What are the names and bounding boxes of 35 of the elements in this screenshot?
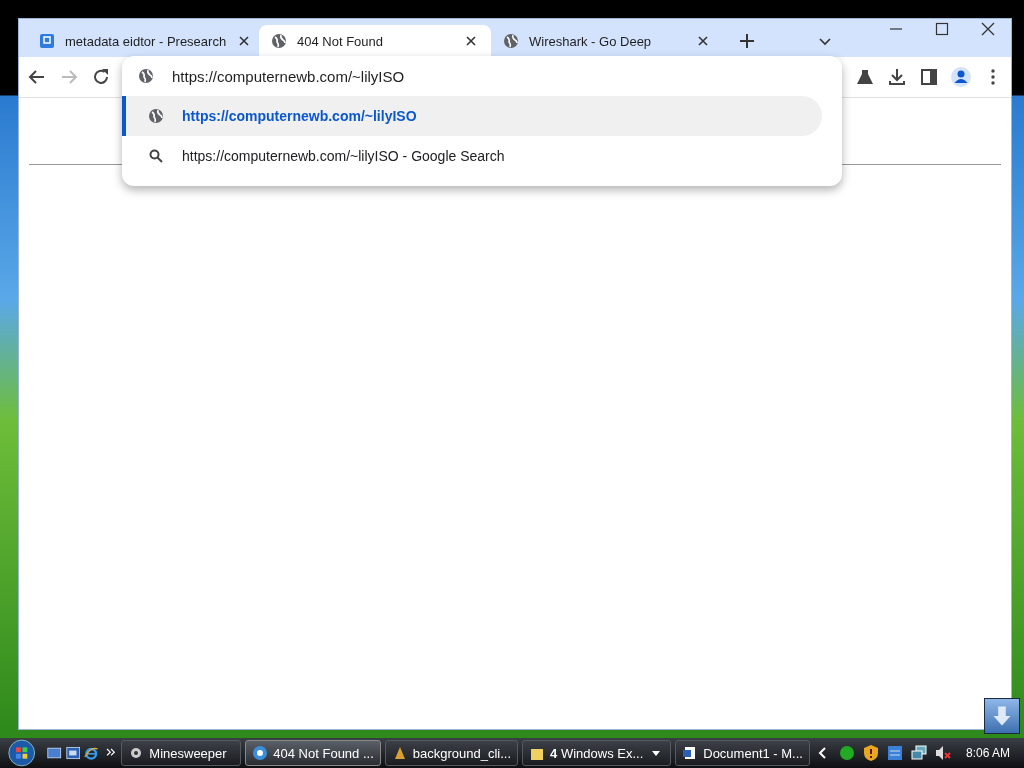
profile-icon[interactable] (951, 67, 971, 87)
status-orb-icon[interactable] (837, 744, 856, 762)
taskbar-button[interactable]: background_cli... (384, 740, 519, 766)
side-panel-icon[interactable] (919, 67, 939, 87)
shield-warning-icon[interactable] (861, 744, 880, 762)
suggestion-item[interactable]: https://computernewb.com/~lilyISO - Google Search (122, 136, 822, 176)
suggestion-item[interactable]: https://computernewb.com/~lilyISO (122, 96, 822, 136)
reload-icon[interactable] (91, 67, 111, 87)
clock[interactable]: 8:06 AM (965, 746, 1010, 760)
tab-title: Wireshark - Go Deep (529, 33, 653, 49)
globe-icon (503, 33, 519, 49)
start-orb-icon[interactable] (8, 736, 36, 768)
taskbar-button[interactable]: 4 Windows Ex... (522, 740, 672, 766)
square-favicon-icon (39, 33, 55, 49)
arrow-down-icon[interactable] (984, 698, 1020, 734)
search-icon (148, 148, 164, 164)
taskbar-button[interactable]: Document1 - M... (675, 740, 810, 766)
network-icon[interactable] (909, 744, 928, 762)
browser-icon (252, 745, 269, 761)
speaker-muted-icon[interactable] (933, 744, 952, 762)
address-field[interactable]: https://computernewb.com/~lilyISO (172, 67, 772, 85)
taskbar-button[interactable]: Minesweeper (121, 740, 242, 766)
browser-tab[interactable]: 404 Not Found (259, 25, 491, 57)
new-tab-icon[interactable] (737, 31, 757, 51)
close-icon[interactable] (981, 22, 995, 36)
maximize-icon[interactable] (935, 22, 949, 36)
taskbar-button[interactable]: 404 Not Found ... (245, 740, 381, 766)
globe-icon (148, 108, 164, 124)
window-switch-icon[interactable] (65, 744, 81, 762)
flask-icon[interactable] (855, 67, 875, 87)
tab-title: 404 Not Found (297, 33, 384, 49)
site-info-icon (138, 68, 154, 84)
tab-title: metadata eidtor - Presearch (65, 33, 227, 49)
download-icon[interactable] (887, 67, 907, 87)
globe-icon (271, 33, 287, 49)
